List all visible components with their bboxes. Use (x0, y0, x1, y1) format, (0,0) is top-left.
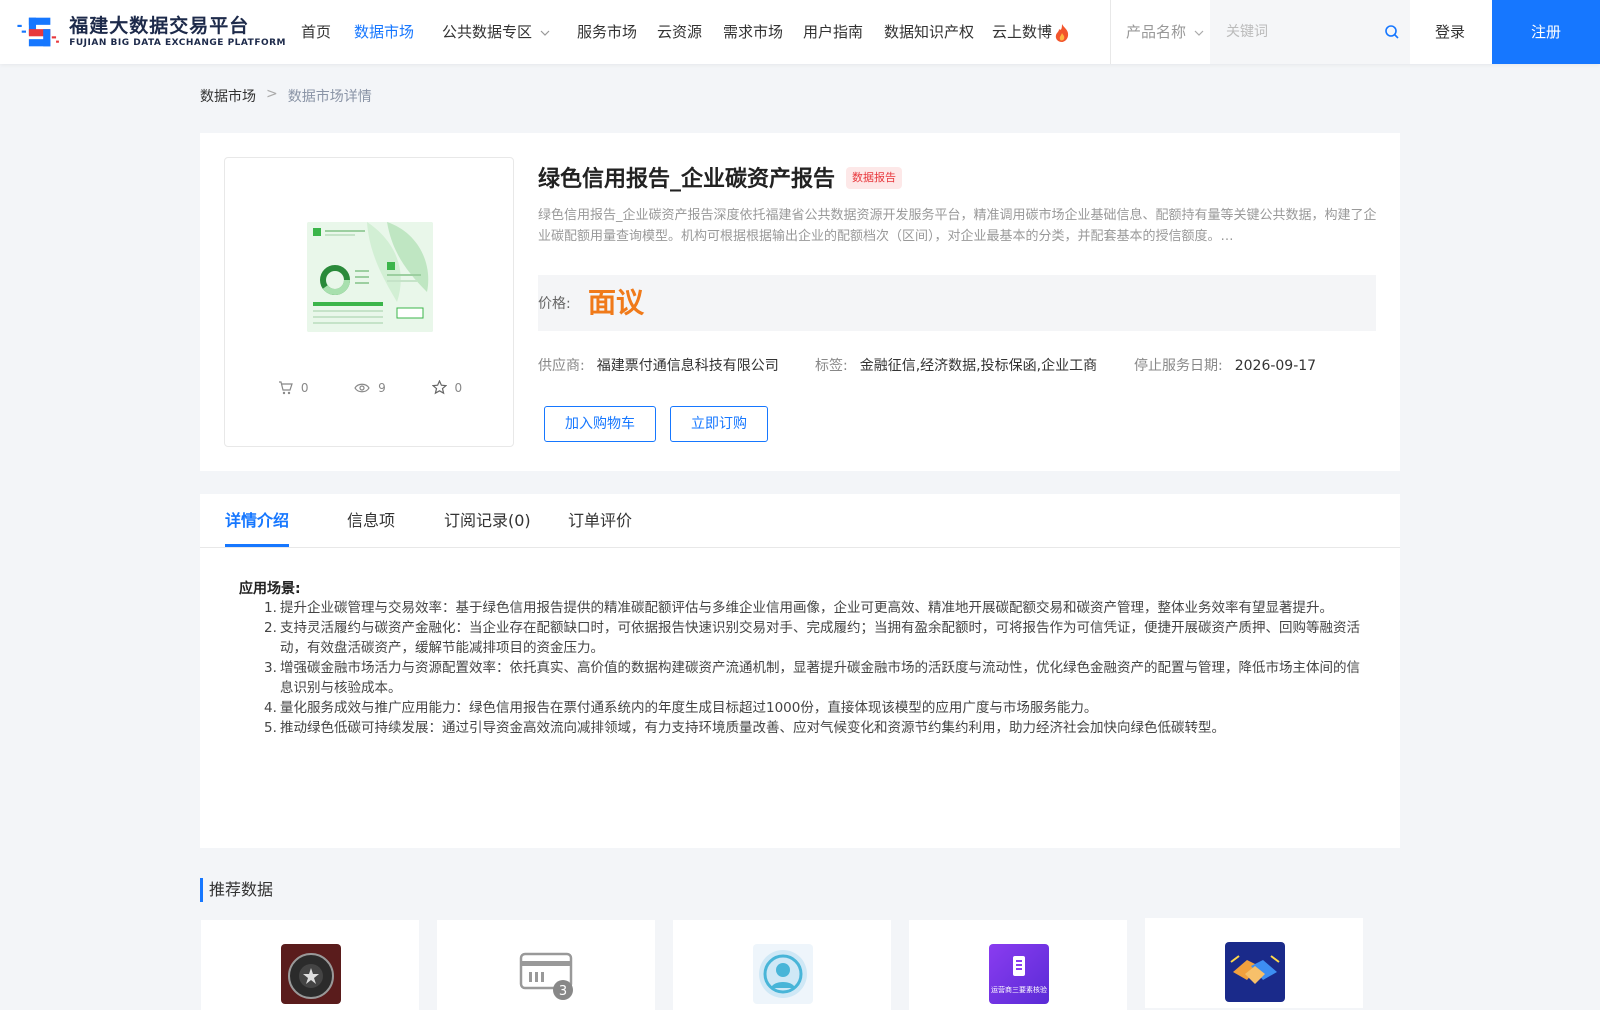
stop-date-label: 停止服务日期: (1134, 358, 1223, 374)
nav-cloud-expo-label: 云上数博 (992, 23, 1053, 41)
chevron-down-icon (540, 30, 550, 36)
nav-home[interactable]: 首页 (301, 0, 331, 64)
recommend-card[interactable]: 运营商三要素核验 (909, 920, 1127, 1010)
list-item-text: 增强碳金融市场活力与资源配置效率：依托真实、高价值的数据构建碳资产流通机制，显著… (280, 660, 1360, 696)
nav-demand-market[interactable]: 需求市场 (723, 0, 783, 64)
breadcrumb-separator: > (266, 86, 278, 102)
breadcrumb: 数据市场 > 数据市场详情 (200, 86, 372, 106)
stop-date-info: 停止服务日期: 2026-09-17 (1134, 355, 1316, 375)
list-item: 3. 增强碳金融市场活力与资源配置效率：依托真实、高价值的数据构建碳资产流通机制，… (264, 660, 1360, 696)
shield-badge-icon (281, 944, 341, 1004)
fire-icon (1055, 23, 1069, 42)
cart-icon (278, 380, 293, 394)
logo-title: 福建大数据交易平台 (69, 15, 250, 37)
handshake-icon (1225, 942, 1285, 1002)
tags-info: 标签: 金融征信,经济数据,投标保函,企业工商 (815, 355, 1097, 375)
product-title: 绿色信用报告_企业碳资产报告 (538, 167, 836, 192)
list-item: 1. 提升企业碳管理与交易效率：基于绿色信用报告提供的精准碳配额评估与多维企业信用… (264, 600, 1333, 616)
detail-tabs: 详情介绍 信息项 订阅记录(0) 订单评价 (200, 494, 1400, 548)
search-input[interactable] (1226, 20, 1366, 44)
nav-cloud-expo[interactable]: 云上数博 (992, 0, 1070, 64)
breadcrumb-data-market[interactable]: 数据市场 (200, 86, 256, 106)
nav-public-data-label: 公共数据专区 (442, 23, 533, 41)
favorite-count: 0 (454, 380, 463, 395)
eye-icon (354, 383, 370, 392)
price-label: 价格: (538, 296, 571, 312)
face-scan-icon (753, 944, 813, 1004)
tab-details[interactable]: 详情介绍 (225, 494, 289, 548)
tab-order-reviews[interactable]: 订单评价 (568, 494, 632, 548)
product-summary-panel: 0 9 0 绿色信用报告_企业碳资产报告 数据报告 绿色信用报告_企业碳资产报告… (200, 133, 1400, 471)
active-tab-indicator (225, 544, 289, 547)
subscribe-now-button[interactable]: 立即订购 (670, 406, 768, 442)
supplier-name: 福建票付通信息科技有限公司 (596, 358, 779, 374)
chevron-down-icon (1194, 30, 1204, 36)
breadcrumb-current: 数据市场详情 (287, 89, 372, 105)
register-button[interactable]: 注册 (1492, 0, 1600, 64)
supplier-label: 供应商: (538, 358, 585, 374)
tags-label: 标签: (815, 358, 848, 374)
product-thumbnail-card: 0 9 0 (224, 157, 514, 447)
recommend-card[interactable]: 3 (437, 920, 655, 1010)
list-item: 5. 推动绿色低碳可持续发展：通过引导资金高效流向减排领域，有力支持环境质量改善、… (264, 720, 1225, 736)
nav-data-market[interactable]: 数据市场 (354, 0, 414, 64)
recommend-card-caption: 运营商三要素核验 (991, 986, 1047, 994)
scene-title: 应用场景: (239, 581, 301, 597)
nav-data-ip[interactable]: 数据知识产权 (884, 0, 974, 64)
detail-panel: 详情介绍 信息项 订阅记录(0) 订单评价 应用场景: 1. 提升企业碳管理与交易… (200, 494, 1400, 848)
list-item-text: 提升企业碳管理与交易效率：基于绿色信用报告提供的精准碳配额评估与多维企业信用画像… (280, 600, 1333, 616)
recommend-card[interactable] (1145, 918, 1363, 1008)
recommend-card[interactable] (201, 920, 419, 1010)
search-type-select[interactable]: 产品名称 (1126, 0, 1204, 64)
phone-elements-icon: 运营商三要素核验 (989, 944, 1049, 1004)
recommend-card[interactable] (673, 920, 891, 1010)
tab-subscription-records[interactable]: 订阅记录(0) (444, 494, 531, 548)
price-value: 面议 (588, 286, 645, 319)
logo-subtitle: FUJIAN BIG DATA EXCHANGE PLATFORM (69, 38, 286, 48)
cart-count: 0 (300, 380, 309, 395)
top-header: 福建大数据交易平台 FUJIAN BIG DATA EXCHANGE PLATF… (0, 0, 1600, 64)
favorite-count-stat[interactable]: 0 (431, 380, 463, 395)
add-to-cart-button[interactable]: 加入购物车 (544, 406, 656, 442)
product-stats: 0 9 0 (225, 380, 515, 395)
nav-public-data[interactable]: 公共数据专区 (442, 0, 550, 64)
search-type-label: 产品名称 (1126, 23, 1187, 41)
recommend-title: 推荐数据 (200, 878, 273, 902)
list-item-text: 支持灵活履约与碳资产金融化：当企业存在配额缺口时，可依据报告快速识别交易对手、完… (280, 620, 1360, 656)
site-logo[interactable]: 福建大数据交易平台 FUJIAN BIG DATA EXCHANGE PLATF… (16, 8, 286, 56)
list-item-text: 推动绿色低碳可持续发展：通过引导资金高效流向减排领域，有力支持环境质量改善、应对… (280, 720, 1225, 736)
view-count: 9 (378, 380, 386, 395)
svg-text:3: 3 (559, 984, 567, 999)
product-description: 绿色信用报告_企业碳资产报告深度依托福建省公共数据资源开发服务平台，精准调用碳市… (538, 208, 1377, 244)
nav-user-guide[interactable]: 用户指南 (803, 0, 863, 64)
nav-cloud-resources[interactable]: 云资源 (657, 0, 702, 64)
logo-mark-icon (17, 17, 59, 47)
login-button[interactable]: 登录 (1410, 0, 1490, 64)
search-icon[interactable] (1384, 24, 1400, 40)
tags-value: 金融征信,经济数据,投标保函,企业工商 (859, 358, 1098, 374)
product-thumbnail-image (307, 222, 433, 332)
stop-date-value: 2026-09-17 (1234, 358, 1317, 374)
category-badge: 数据报告 (846, 167, 902, 189)
search-box (1210, 0, 1410, 64)
header-divider (1110, 0, 1111, 64)
nav-service-market[interactable]: 服务市场 (577, 0, 637, 64)
list-item: 4. 量化服务成效与推广应用能力：绿色信用报告在票付通系统内的年度生成目标超过10… (264, 700, 1098, 716)
view-count-stat: 9 (354, 380, 386, 395)
card-reader-icon: 3 (517, 944, 577, 1004)
scene-list: 1. 提升企业碳管理与交易效率：基于绿色信用报告提供的精准碳配额评估与多维企业信用… (264, 598, 1362, 738)
star-icon (431, 380, 447, 395)
list-item: 2. 支持灵活履约与碳资产金融化：当企业存在配额缺口时，可依据报告快速识别交易对手… (264, 620, 1360, 656)
price-box: 价格: 面议 (538, 275, 1376, 331)
supplier-info: 供应商: 福建票付通信息科技有限公司 (538, 355, 779, 375)
tab-info-items[interactable]: 信息项 (347, 494, 395, 548)
list-item-text: 量化服务成效与推广应用能力：绿色信用报告在票付通系统内的年度生成目标超过1000… (280, 700, 1098, 716)
cart-count-stat: 0 (278, 380, 309, 395)
